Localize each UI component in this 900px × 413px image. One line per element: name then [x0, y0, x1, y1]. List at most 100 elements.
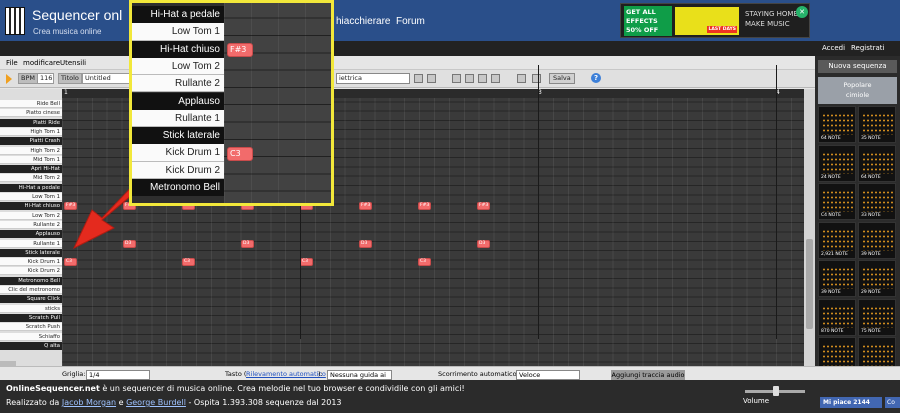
site-title[interactable]: Sequencer onl	[32, 7, 122, 23]
note-kick[interactable]: C3	[182, 258, 195, 267]
zoom-instrument-label: Applauso	[132, 92, 224, 110]
copy-icon[interactable]	[478, 74, 487, 83]
nav-chat[interactable]: hiacchierare	[336, 16, 390, 27]
dropdown-icon[interactable]	[427, 74, 436, 83]
nav-forum[interactable]: Forum	[396, 16, 425, 27]
bpm-input[interactable]: 116	[37, 73, 54, 84]
instrument-label[interactable]: Piatto cinese	[0, 109, 62, 118]
register-link[interactable]: Registrati	[851, 44, 885, 52]
share-button[interactable]: Co	[885, 397, 900, 408]
ad-tag: LAST DAYS	[707, 26, 737, 33]
thumbnail-preview	[822, 305, 854, 328]
save-button[interactable]: Salva	[549, 73, 575, 84]
sequence-thumbnail[interactable]: 39 NOTE	[818, 260, 856, 297]
thumbnail-preview	[862, 267, 894, 289]
note-hihat[interactable]: F#3	[359, 202, 372, 211]
instrument-label[interactable]: Stick laterale	[0, 248, 62, 257]
note-kick[interactable]: C3	[64, 258, 77, 267]
sequence-thumbnail[interactable]: 33 NOTE	[858, 183, 896, 220]
new-file-icon[interactable]	[452, 74, 461, 83]
instrument-label[interactable]: Hi-Hat a pedale	[0, 183, 62, 192]
menu-file[interactable]: File	[6, 59, 18, 67]
ad-close-icon[interactable]: ✕	[796, 6, 808, 18]
sequence-thumbnail[interactable]: 2,921 NOTE	[818, 221, 856, 259]
sequence-thumbnail[interactable]: 75 NOTE	[858, 298, 896, 336]
instrument-select[interactable]: iettrica	[336, 73, 410, 84]
ad-banner[interactable]: GET ALL EFFECTS 50% OFF LAST DAYS STAYIN…	[620, 3, 810, 38]
instrument-label[interactable]: Square Click	[0, 295, 62, 304]
site-subtitle: Crea musica online	[33, 27, 102, 36]
instrument-label[interactable]: Rullante 2	[0, 220, 62, 229]
instrument-label[interactable]: Clic del metronomo	[0, 286, 62, 294]
sequence-thumbnail[interactable]: 64 NOTE	[858, 144, 896, 182]
instrument-label[interactable]: Hi-Hat chiuso	[0, 202, 62, 211]
author-link-2[interactable]: George Burdell	[126, 398, 186, 407]
thumbnail-preview	[862, 190, 894, 212]
guide-select[interactable]: Nessuna guida ai	[327, 370, 392, 380]
instrument-label[interactable]: Q alta	[0, 341, 62, 350]
instrument-label[interactable]: High Tom 2	[0, 146, 62, 155]
instrument-label[interactable]: Scratch Push	[0, 323, 62, 332]
instrument-label[interactable]: Apri Hi-Hat	[0, 165, 62, 174]
zoom-in-icon[interactable]	[517, 74, 526, 83]
instrument-label[interactable]: Mid Tom 2	[0, 174, 62, 183]
zoom-out-icon[interactable]	[532, 74, 541, 83]
login-link[interactable]: Accedi	[822, 44, 845, 52]
sequence-thumbnail[interactable]: 64 NOTE	[818, 106, 856, 143]
autoscroll-select[interactable]: Veloce	[516, 370, 580, 380]
title-input[interactable]: Untitled	[82, 73, 130, 84]
note-snare[interactable]: D3	[359, 239, 372, 248]
grid-select[interactable]: 1/4	[86, 370, 150, 380]
instrument-label[interactable]: Mid Tom 1	[0, 155, 62, 164]
play-icon[interactable]	[6, 74, 12, 84]
instrument-label[interactable]: Metronomo Bell	[0, 276, 62, 285]
instrument-label[interactable]: Piatti Ride	[0, 118, 62, 127]
menu-edit[interactable]: modificare	[23, 59, 60, 67]
sequence-thumbnail[interactable]: 35 NOTE	[858, 106, 896, 143]
instrument-label[interactable]: Kick Drum 1	[0, 258, 62, 267]
sequence-thumbnail[interactable]: 870 NOTE	[818, 298, 856, 336]
popular-tab[interactable]: Popolare cimiole	[818, 77, 897, 104]
instrument-label[interactable]: sticks	[0, 304, 62, 313]
piano-logo-icon[interactable]	[5, 7, 25, 35]
instrument-label[interactable]: Applauso	[0, 230, 62, 239]
instrument-label[interactable]: Schiaffo	[0, 332, 62, 341]
instrument-settings-icon[interactable]	[414, 74, 423, 83]
instrument-label[interactable]: Low Tom 2	[0, 211, 62, 220]
instrument-label[interactable]: Kick Drum 2	[0, 267, 62, 276]
instrument-label[interactable]: Piatti Crash	[0, 137, 62, 146]
note-snare[interactable]: D3	[241, 239, 254, 248]
footer-brand[interactable]: OnlineSequencer.net	[6, 384, 100, 393]
sequence-thumbnail[interactable]: 29 NOTE	[858, 260, 896, 297]
instrument-label[interactable]: Rullante 1	[0, 239, 62, 248]
scroll-thumb[interactable]	[806, 239, 813, 329]
note-kick[interactable]: C3	[300, 258, 313, 267]
facebook-like-button[interactable]: Mi piace 2144	[820, 397, 882, 408]
volume-knob[interactable]	[773, 386, 779, 396]
menu-tools[interactable]: Utensili	[60, 59, 86, 67]
popular-tab-label: Popolare	[843, 81, 872, 89]
key-label-close: ):	[318, 370, 323, 378]
zoom-instrument-label: Rullante 1	[132, 109, 224, 128]
cut-icon[interactable]	[465, 74, 474, 83]
thumbnail-caption: 39 NOTE	[821, 290, 841, 295]
note-hihat[interactable]: F#3	[418, 202, 431, 211]
thumbnail-preview	[822, 190, 854, 212]
author-link-1[interactable]: Jacob Morgan	[62, 398, 116, 407]
sequence-thumbnail[interactable]: 24 NOTE	[818, 144, 856, 182]
instrument-label[interactable]: High Tom 1	[0, 127, 62, 136]
vertical-scrollbar[interactable]	[804, 89, 815, 372]
paste-icon[interactable]	[491, 74, 500, 83]
instrument-label[interactable]: Low Tom 1	[0, 193, 62, 201]
instrument-label[interactable]: Ride Bell	[0, 100, 62, 108]
instrument-label[interactable]: Scratch Pull	[0, 313, 62, 322]
sequence-thumbnail[interactable]: 39 NOTE	[858, 221, 896, 259]
note-snare[interactable]: D3	[477, 239, 490, 248]
note-kick[interactable]: C3	[418, 258, 431, 267]
note-hihat[interactable]: F#3	[477, 202, 490, 211]
sequence-thumbnail[interactable]: C4 NOTE	[818, 183, 856, 220]
new-sequence-button[interactable]: Nuova sequenza	[818, 60, 897, 73]
help-icon[interactable]: ?	[591, 73, 601, 83]
thumbnail-caption: C4 NOTE	[821, 213, 841, 218]
key-detect-link[interactable]: Rilevamento automatico	[246, 370, 326, 378]
